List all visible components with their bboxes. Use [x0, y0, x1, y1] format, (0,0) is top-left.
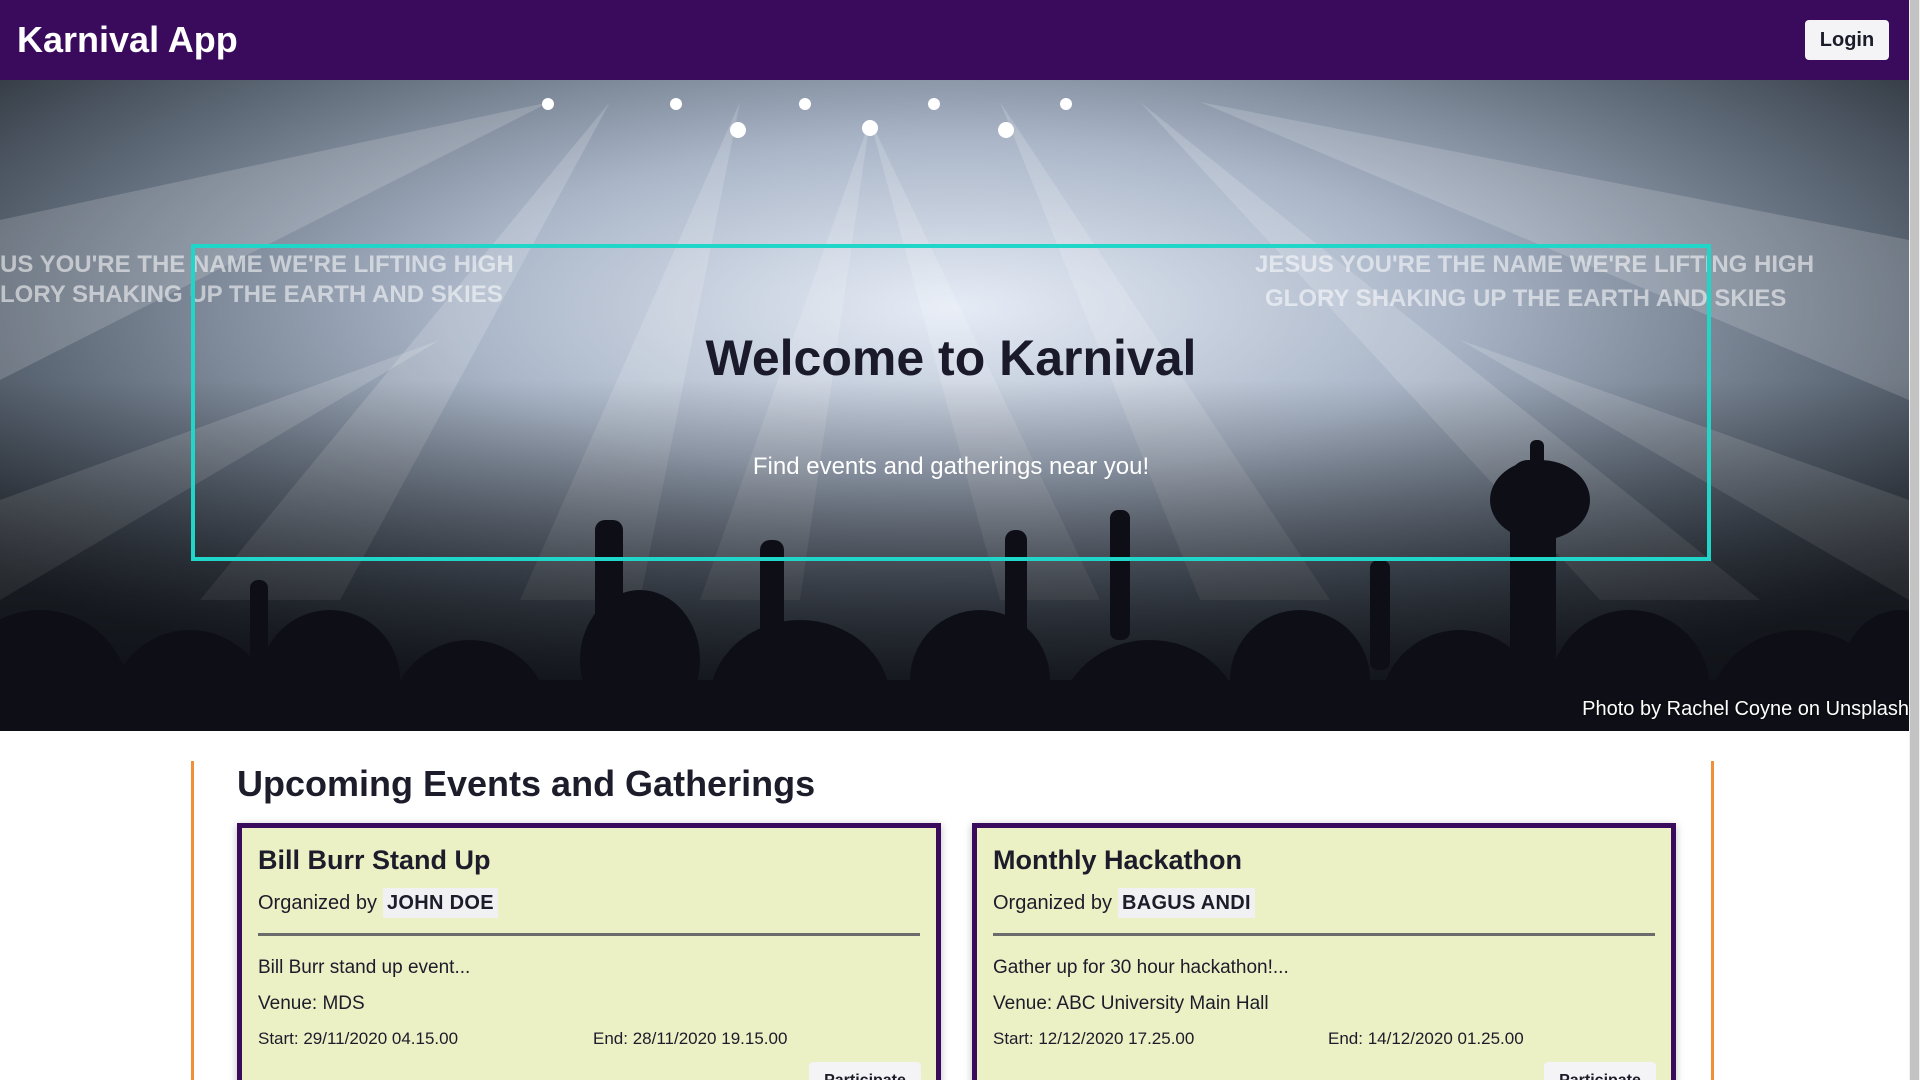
scrollbar-thumb[interactable]: [1910, 0, 1919, 1080]
event-title[interactable]: Monthly Hackathon: [993, 844, 1242, 876]
organized-by-label: Organized by: [258, 892, 377, 914]
hero-welcome-box: Welcome to Karnival Find events and gath…: [191, 244, 1711, 561]
organizer-name: JOHN DOE: [382, 888, 498, 918]
event-venue: Venue: MDS: [258, 993, 365, 1014]
event-venue: Venue: ABC University Main Hall: [993, 993, 1269, 1014]
event-start: Start: 12/12/2020 17.25.00: [993, 1029, 1195, 1048]
photo-credit: Photo by Rachel Coyne on Unsplash: [1582, 698, 1909, 720]
section-title: Upcoming Events and Gatherings: [237, 763, 816, 804]
participate-button[interactable]: Participate: [1544, 1062, 1656, 1080]
hero-banner: US YOU'RE THE NAME WE'RE LIFTING HIGH LO…: [0, 80, 1909, 731]
event-title[interactable]: Bill Burr Stand Up: [258, 844, 491, 876]
card-divider: [993, 933, 1655, 936]
navbar: Karnival App Login: [0, 0, 1909, 80]
hero-title: Welcome to Karnival: [705, 330, 1197, 386]
event-card: Bill Burr Stand Up Organized by JOHN DOE …: [237, 823, 941, 1080]
event-description: Gather up for 30 hour hackathon!...: [993, 957, 1289, 978]
card-divider: [258, 933, 920, 936]
event-organizer-row: Organized by JOHN DOE: [258, 888, 498, 918]
upcoming-events-section: Upcoming Events and Gatherings Bill Burr…: [191, 761, 1714, 1080]
event-organizer-row: Organized by BAGUS ANDI: [993, 888, 1255, 918]
login-button[interactable]: Login: [1805, 20, 1889, 60]
organizer-name: BAGUS ANDI: [1117, 888, 1255, 918]
page-scrollbar[interactable]: [1909, 0, 1920, 1080]
event-start: Start: 29/11/2020 04.15.00: [258, 1029, 459, 1048]
hero-subtitle: Find events and gatherings near you!: [752, 453, 1150, 480]
event-end: End: 28/11/2020 19.15.00: [593, 1029, 788, 1048]
app-brand[interactable]: Karnival App: [17, 18, 238, 62]
event-card: Monthly Hackathon Organized by BAGUS ANDI…: [972, 823, 1676, 1080]
organized-by-label: Organized by: [993, 892, 1112, 914]
participate-button[interactable]: Participate: [809, 1062, 921, 1080]
page: Karnival App Login US YOU'RE THE NAME WE…: [0, 0, 1920, 1080]
event-end: End: 14/12/2020 01.25.00: [1328, 1029, 1524, 1048]
event-description: Bill Burr stand up event...: [258, 957, 471, 978]
